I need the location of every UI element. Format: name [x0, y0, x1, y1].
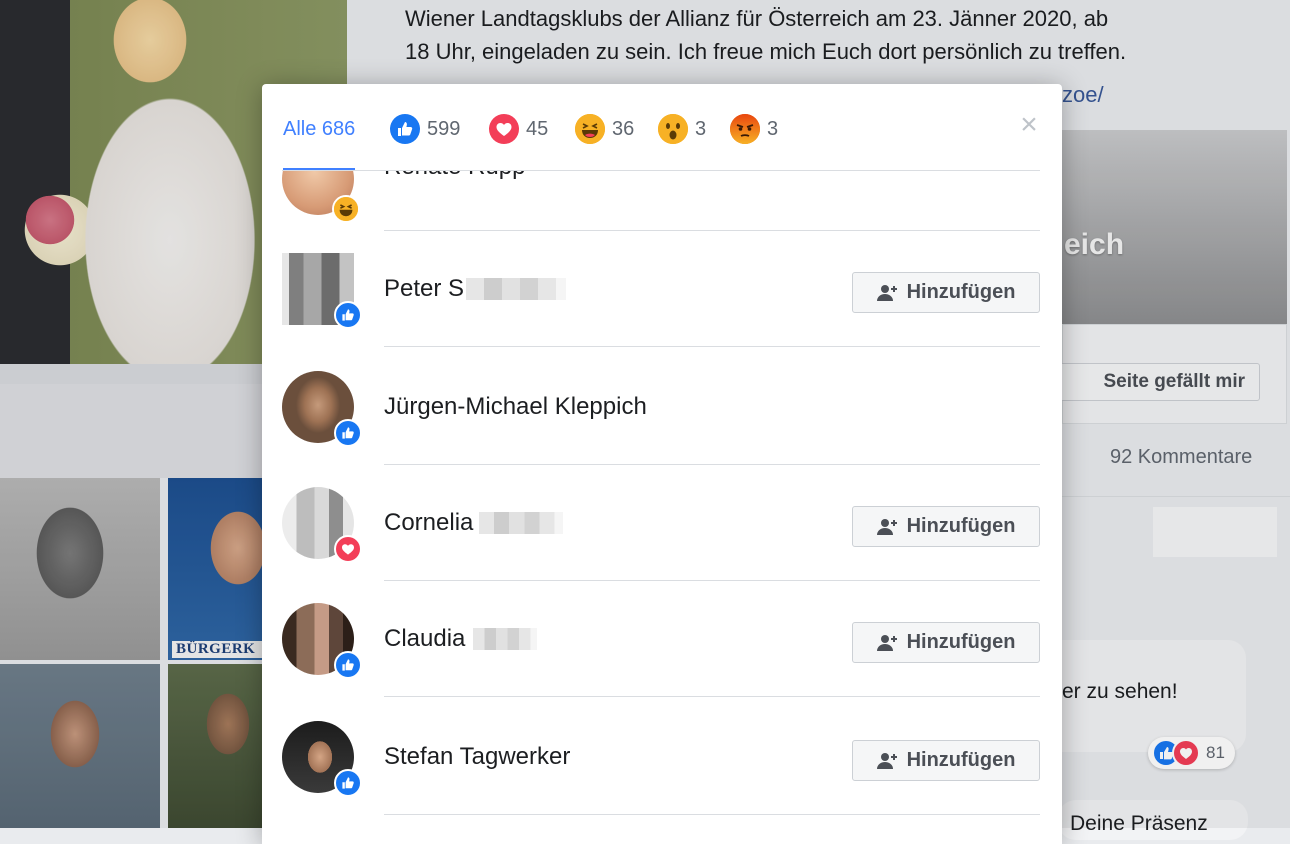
wow-icon	[658, 114, 688, 144]
divider	[384, 346, 1040, 347]
user-name-text: Claudia	[384, 625, 466, 652]
user-name[interactable]: Cornelia	[384, 509, 564, 537]
add-button-label: Hinzufügen	[906, 631, 1016, 653]
reaction-tabs: Alle 686 599 45 36 3 3 ×	[262, 84, 1062, 171]
blurred-text	[479, 512, 564, 534]
tab-love[interactable]: 45	[489, 114, 548, 144]
tab-count: 3	[767, 117, 779, 140]
tab-all[interactable]: Alle 686	[283, 114, 356, 171]
add-button-label: Hinzufügen	[906, 749, 1016, 771]
haha-icon	[332, 195, 360, 223]
divider	[384, 696, 1040, 697]
reactions-dialog: Alle 686 599 45 36 3 3 × Peter S Hinzufü…	[262, 84, 1062, 844]
user-name-text: Cornelia	[384, 509, 474, 536]
blurred-text	[466, 278, 567, 300]
like-icon	[334, 419, 362, 447]
tab-haha[interactable]: 36	[575, 114, 634, 144]
list-item: Stefan Tagwerker Hinzufügen	[262, 699, 1062, 815]
user-name[interactable]: Jürgen-Michael Kleppich	[384, 393, 647, 421]
user-name-text: Peter S	[384, 275, 465, 302]
add-friend-icon	[876, 518, 897, 535]
add-friend-icon	[876, 284, 897, 301]
divider	[384, 814, 1040, 815]
tab-count: 599	[427, 117, 461, 140]
add-friend-icon	[876, 634, 897, 651]
add-button-label: Hinzufügen	[906, 281, 1016, 303]
love-icon	[334, 535, 362, 563]
user-name[interactable]: Claudia	[384, 625, 538, 653]
close-icon[interactable]: ×	[1016, 110, 1042, 140]
tab-count: 36	[612, 117, 635, 140]
add-friend-button[interactable]: Hinzufügen	[852, 622, 1040, 663]
tab-label: Alle 686	[283, 117, 356, 140]
haha-icon	[575, 114, 605, 144]
list-item: Jürgen-Michael Kleppich	[262, 349, 1062, 465]
add-friend-button[interactable]: Hinzufügen	[852, 506, 1040, 547]
tab-wow[interactable]: 3	[658, 114, 706, 144]
add-friend-icon	[876, 752, 897, 769]
like-icon	[390, 114, 420, 144]
user-name[interactable]: Stefan Tagwerker	[384, 743, 570, 771]
tab-count: 45	[526, 117, 549, 140]
add-friend-button[interactable]: Hinzufügen	[852, 272, 1040, 313]
love-icon	[489, 114, 519, 144]
tab-count: 3	[695, 117, 707, 140]
list-item: Claudia Hinzufügen	[262, 581, 1062, 697]
tab-angry[interactable]: 3	[730, 114, 778, 144]
list-item: Peter S Hinzufügen	[262, 231, 1062, 347]
like-icon	[334, 651, 362, 679]
list-item: Cornelia Hinzufügen	[262, 465, 1062, 581]
tab-like[interactable]: 599	[390, 114, 460, 144]
list-item: Renate Rupp	[262, 171, 1062, 231]
like-icon	[334, 301, 362, 329]
angry-icon	[730, 114, 760, 144]
blurred-text	[473, 628, 538, 650]
like-icon	[334, 769, 362, 797]
add-friend-button[interactable]: Hinzufügen	[852, 740, 1040, 781]
user-name[interactable]: Renate Rupp	[384, 171, 525, 181]
reactions-list[interactable]: Renate Rupp Peter S Hinzufügen Jürg	[262, 171, 1062, 844]
user-name[interactable]: Peter S	[384, 275, 567, 303]
add-button-label: Hinzufügen	[906, 515, 1016, 537]
